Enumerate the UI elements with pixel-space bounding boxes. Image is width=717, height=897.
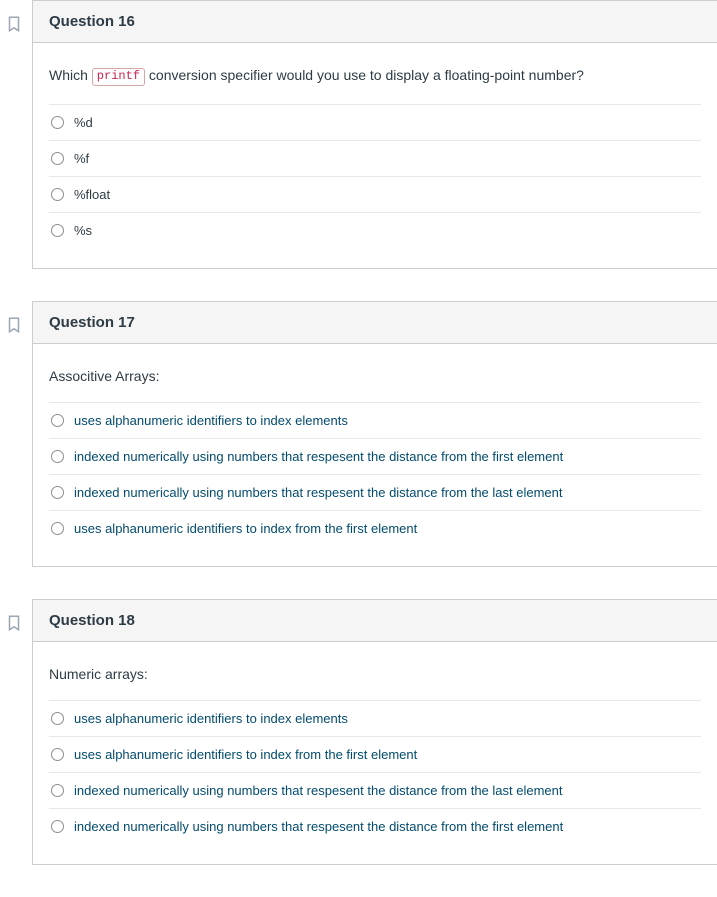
answer-option[interactable]: indexed numerically using numbers that r… [49, 438, 701, 474]
question-body: Which printf conversion specifier would … [33, 43, 717, 268]
question-title: Question 16 [33, 1, 717, 43]
bookmark-icon[interactable] [5, 316, 23, 334]
answer-option[interactable]: %s [49, 212, 701, 248]
question-prompt: Which printf conversion specifier would … [49, 67, 701, 86]
radio-icon [51, 784, 64, 797]
question-block-17: Question 17 Associtive Arrays: uses alph… [32, 301, 717, 567]
answer-text: uses alphanumeric identifiers to index e… [74, 413, 348, 428]
answer-option[interactable]: %float [49, 176, 701, 212]
bookmark-icon[interactable] [5, 15, 23, 33]
radio-icon [51, 712, 64, 725]
answer-list: uses alphanumeric identifiers to index e… [49, 402, 701, 546]
code-badge-printf: printf [92, 68, 145, 86]
answer-text: uses alphanumeric identifiers to index e… [74, 711, 348, 726]
prompt-text-before: Which [49, 67, 92, 83]
answer-text: indexed numerically using numbers that r… [74, 819, 563, 834]
answer-text: indexed numerically using numbers that r… [74, 485, 562, 500]
radio-icon [51, 820, 64, 833]
question-title: Question 17 [33, 302, 717, 344]
radio-icon [51, 224, 64, 237]
bookmark-icon[interactable] [5, 614, 23, 632]
answer-list: uses alphanumeric identifiers to index e… [49, 700, 701, 844]
radio-icon [51, 152, 64, 165]
question-block-16: Question 16 Which printf conversion spec… [32, 0, 717, 269]
answer-text: uses alphanumeric identifiers to index f… [74, 521, 417, 536]
answer-option[interactable]: indexed numerically using numbers that r… [49, 772, 701, 808]
question-title: Question 18 [33, 600, 717, 642]
radio-icon [51, 414, 64, 427]
question-body: Associtive Arrays: uses alphanumeric ide… [33, 344, 717, 566]
answer-text: %s [74, 223, 92, 238]
answer-text: %float [74, 187, 110, 202]
answer-option[interactable]: %f [49, 140, 701, 176]
answer-list: %d %f %float %s [49, 104, 701, 248]
answer-option[interactable]: uses alphanumeric identifiers to index e… [49, 402, 701, 438]
radio-icon [51, 486, 64, 499]
answer-text: uses alphanumeric identifiers to index f… [74, 747, 417, 762]
answer-option[interactable]: uses alphanumeric identifiers to index f… [49, 510, 701, 546]
question-prompt: Associtive Arrays: [49, 368, 701, 384]
question-body: Numeric arrays: uses alphanumeric identi… [33, 642, 717, 864]
answer-option[interactable]: uses alphanumeric identifiers to index f… [49, 736, 701, 772]
answer-text: %d [74, 115, 93, 130]
answer-option[interactable]: uses alphanumeric identifiers to index e… [49, 700, 701, 736]
radio-icon [51, 116, 64, 129]
answer-text: indexed numerically using numbers that r… [74, 783, 562, 798]
radio-icon [51, 188, 64, 201]
radio-icon [51, 522, 64, 535]
question-prompt: Numeric arrays: [49, 666, 701, 682]
question-block-18: Question 18 Numeric arrays: uses alphanu… [32, 599, 717, 865]
answer-text: indexed numerically using numbers that r… [74, 449, 563, 464]
prompt-text-after: conversion specifier would you use to di… [145, 67, 584, 83]
answer-text: %f [74, 151, 89, 166]
answer-option[interactable]: %d [49, 104, 701, 140]
radio-icon [51, 450, 64, 463]
answer-option[interactable]: indexed numerically using numbers that r… [49, 474, 701, 510]
radio-icon [51, 748, 64, 761]
answer-option[interactable]: indexed numerically using numbers that r… [49, 808, 701, 844]
